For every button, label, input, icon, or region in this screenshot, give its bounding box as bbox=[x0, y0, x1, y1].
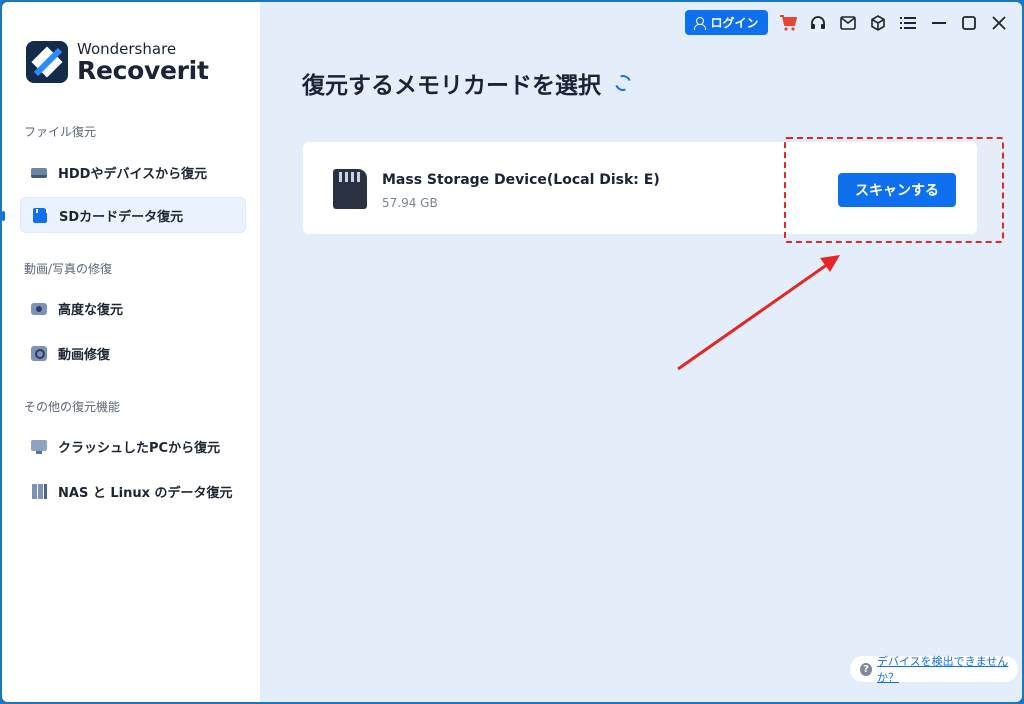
help-pill[interactable]: ? デバイスを検出できませんか？ bbox=[850, 653, 1018, 685]
question-icon: ? bbox=[860, 662, 872, 676]
cannot-detect-device-link[interactable]: デバイスを検出できませんか？ bbox=[877, 653, 1018, 685]
annotation-arrow bbox=[677, 255, 840, 371]
app-window: Wondershare Recoverit ファイル復元 HDDやデバイスから復… bbox=[2, 2, 1022, 702]
